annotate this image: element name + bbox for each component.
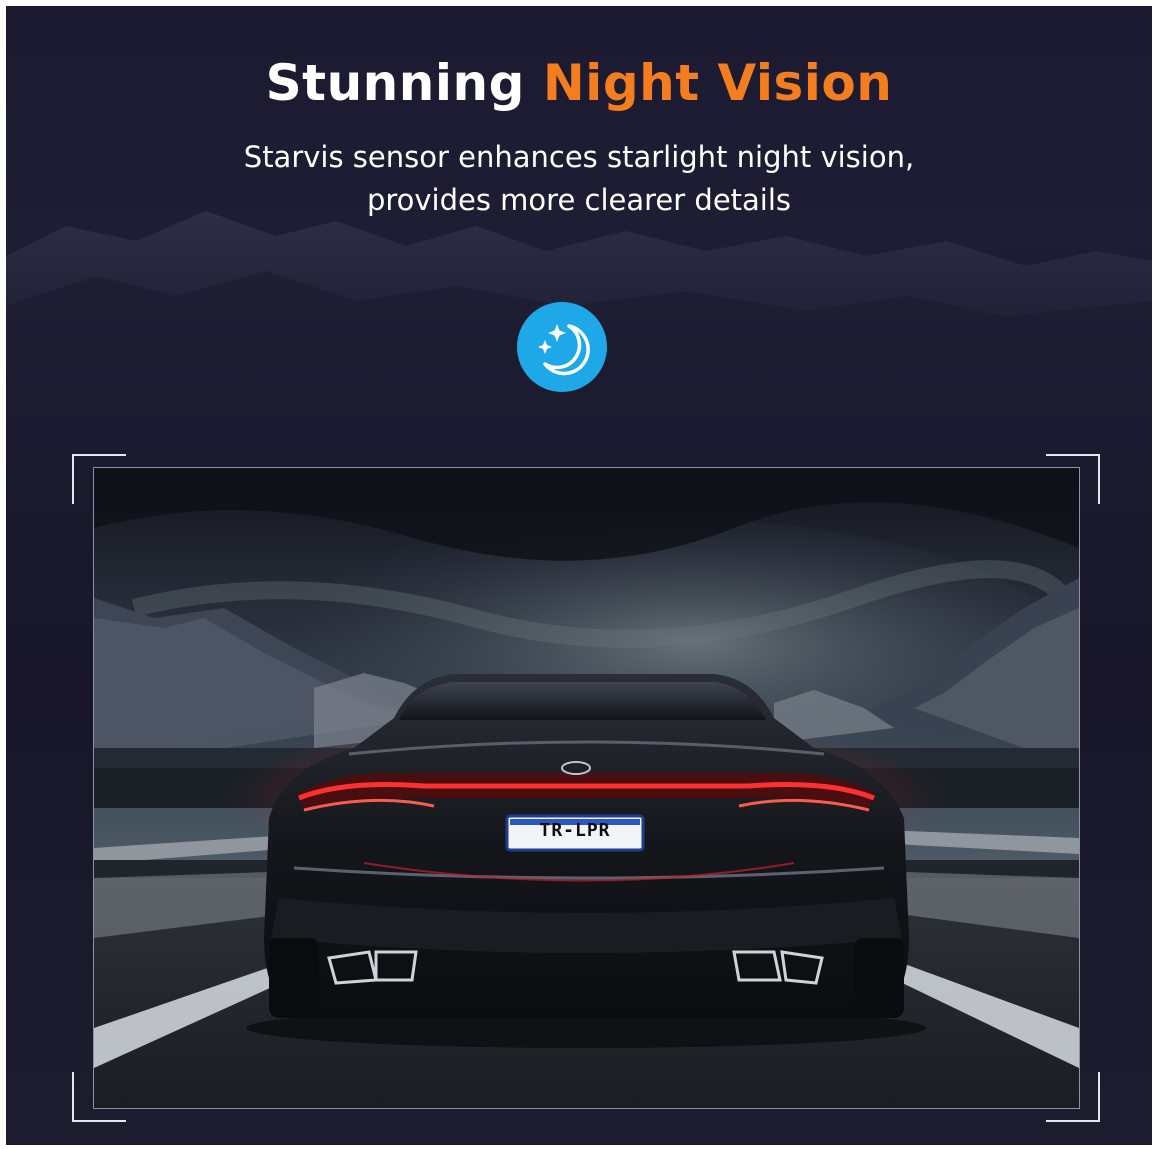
subtitle: Starvis sensor enhances starlight night …	[6, 136, 1152, 222]
night-road-photo: TR-LPR	[93, 467, 1080, 1109]
title-accent: Night Vision	[542, 54, 893, 112]
subtitle-line-1: Starvis sensor enhances starlight night …	[243, 140, 915, 174]
moon-stars-icon	[517, 302, 607, 392]
page-title: Stunning Night Vision	[6, 54, 1152, 112]
title-prefix: Stunning	[265, 54, 525, 112]
subtitle-line-2: provides more clearer details	[366, 183, 792, 217]
night-vision-banner: Stunning Night Vision Starvis sensor enh…	[6, 6, 1152, 1145]
license-plate-text: TR-LPR	[539, 820, 611, 841]
